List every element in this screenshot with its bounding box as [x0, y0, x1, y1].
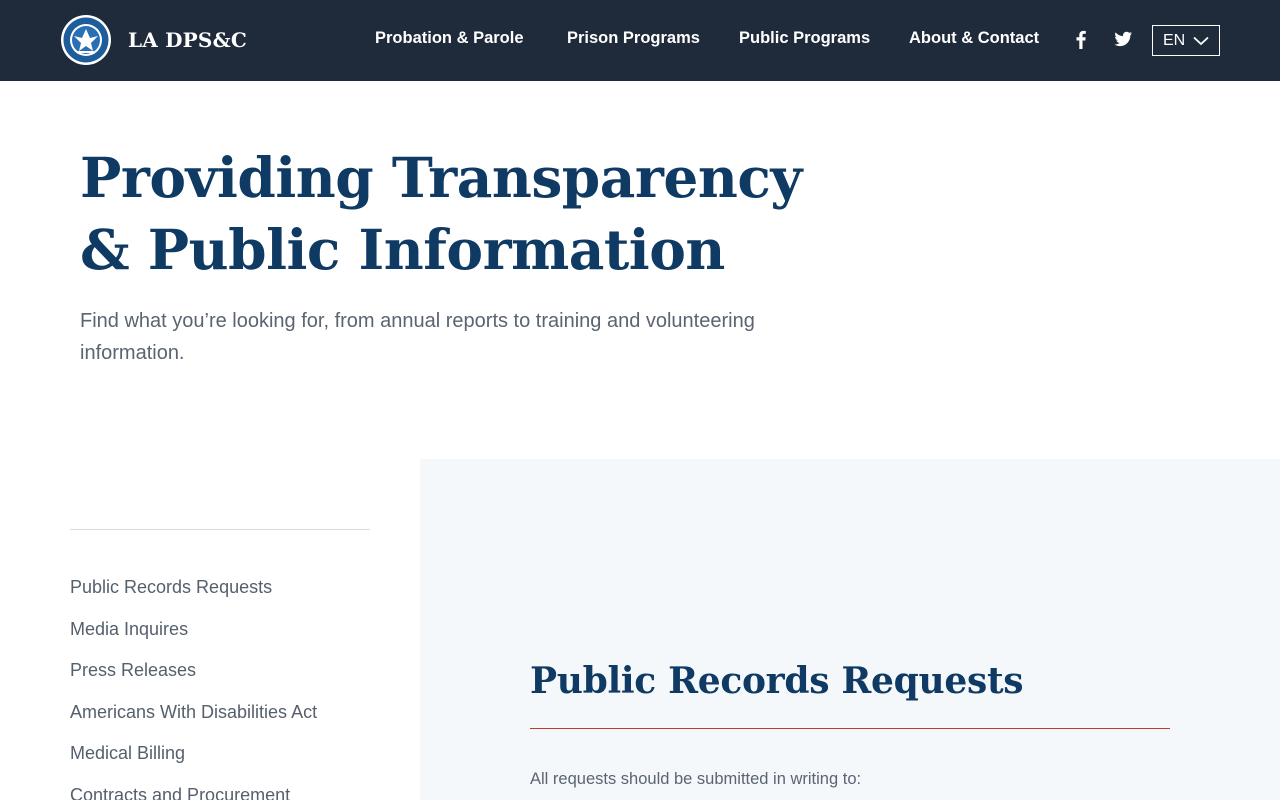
nav-about-contact[interactable]: About & Contact [909, 29, 1039, 48]
section-divider [530, 728, 1170, 729]
facebook-icon[interactable] [1070, 28, 1092, 50]
state-seal-icon [61, 15, 111, 65]
nav-public-programs[interactable]: Public Programs [739, 29, 870, 48]
section-title: Public Records Requests [530, 660, 1024, 702]
site-name: LA DPS&C [128, 28, 247, 52]
site-header: LA DPS&C Probation & Parole Prison Progr… [0, 0, 1280, 81]
language-selector[interactable]: EN [1152, 25, 1220, 56]
section-intro: All requests should be submitted in writ… [530, 770, 862, 788]
home-link[interactable]: LA DPS&C [60, 13, 247, 67]
content-panel [420, 459, 1280, 800]
sidebar-item-ada[interactable]: Americans With Disabilities Act [70, 692, 317, 734]
sidebar-item-public-records[interactable]: Public Records Requests [70, 567, 317, 609]
page-subtitle: Find what you’re looking for, from annua… [80, 310, 755, 364]
sidebar-divider [70, 529, 370, 530]
sidebar-item-contracts[interactable]: Contracts and Procurement [70, 775, 317, 800]
page-title: Providing Transparency & Public Informat… [80, 145, 802, 282]
chevron-down-icon [1193, 36, 1209, 45]
sidebar-item-medical-billing[interactable]: Medical Billing [70, 733, 317, 775]
sidebar-nav: Public Records Requests Media Inquires P… [70, 567, 317, 800]
sidebar-item-press-releases[interactable]: Press Releases [70, 650, 317, 692]
language-label: EN [1163, 31, 1186, 49]
nav-probation-parole[interactable]: Probation & Parole [375, 29, 524, 48]
sidebar-item-media-inquiries[interactable]: Media Inquires [70, 609, 317, 651]
nav-prison-programs[interactable]: Prison Programs [567, 29, 700, 48]
twitter-icon[interactable] [1112, 28, 1134, 50]
